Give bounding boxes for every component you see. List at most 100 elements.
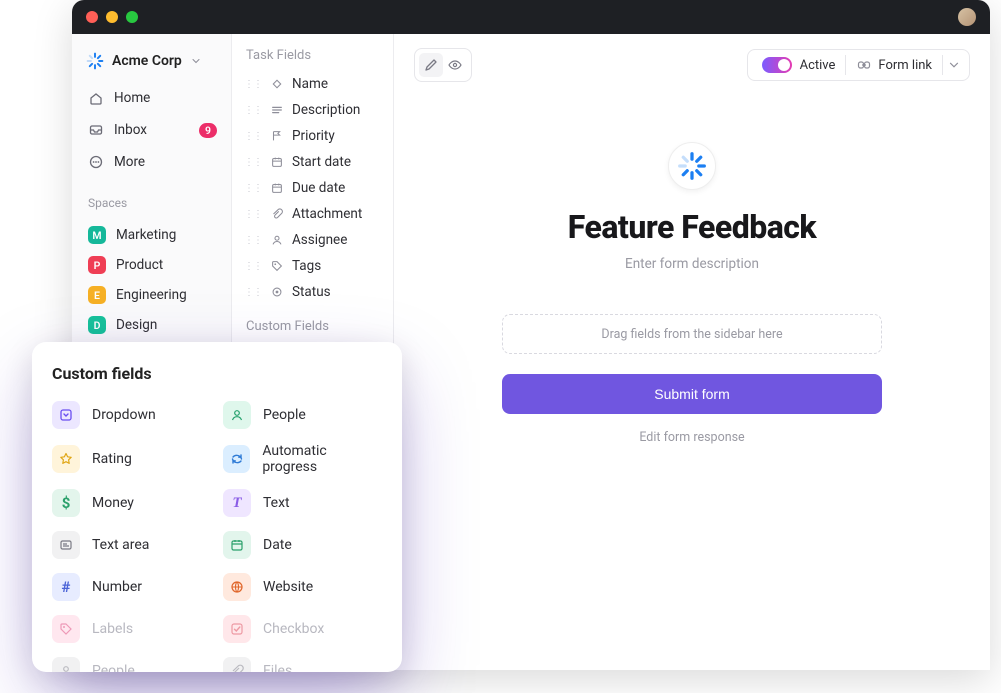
- nav-home-label: Home: [114, 90, 150, 106]
- space-label: Marketing: [116, 227, 176, 243]
- task-field-status[interactable]: ⋮⋮ Status: [236, 279, 389, 305]
- form-avatar[interactable]: [668, 142, 716, 190]
- task-fields-heading: Task Fields: [236, 48, 389, 71]
- nav-inbox-label: Inbox: [114, 122, 147, 138]
- flag-icon: [270, 129, 284, 143]
- sidebar-space-marketing[interactable]: M Marketing: [84, 220, 221, 250]
- custom-field-type-label: Labels: [92, 621, 133, 637]
- task-field-priority[interactable]: ⋮⋮ Priority: [236, 123, 389, 149]
- task-field-description[interactable]: ⋮⋮ Description: [236, 97, 389, 123]
- textarea-icon: [52, 531, 80, 559]
- field-label: Name: [292, 76, 328, 92]
- task-field-assignee[interactable]: ⋮⋮ Assignee: [236, 227, 389, 253]
- field-label: Priority: [292, 128, 335, 144]
- grip-icon: ⋮⋮: [244, 105, 262, 116]
- custom-field-type-money[interactable]: $ Money: [52, 489, 211, 517]
- edit-mode-button[interactable]: [419, 53, 443, 77]
- task-field-tags[interactable]: ⋮⋮ Tags: [236, 253, 389, 279]
- sidebar-space-engineering[interactable]: E Engineering: [84, 280, 221, 310]
- space-badge-icon: P: [88, 256, 106, 274]
- window-close-button[interactable]: [86, 11, 98, 23]
- custom-field-type-people[interactable]: People: [223, 401, 382, 429]
- form-area: Feature Feedback Enter form description …: [414, 82, 970, 656]
- custom-field-type-label: Text area: [92, 537, 149, 553]
- person-icon: [223, 401, 251, 429]
- custom-field-type-number[interactable]: # Number: [52, 573, 211, 601]
- chevron-down-icon: [190, 55, 202, 67]
- form-link-menu-button[interactable]: [943, 58, 965, 72]
- sidebar-space-product[interactable]: P Product: [84, 250, 221, 280]
- clip-icon: [270, 207, 284, 221]
- nav-more-label: More: [114, 154, 145, 170]
- custom-field-type-website[interactable]: Website: [223, 573, 382, 601]
- space-label: Design: [116, 317, 157, 333]
- custom-field-type-label: People: [92, 663, 135, 672]
- custom-field-type-people[interactable]: People: [52, 657, 211, 672]
- field-label: Status: [292, 284, 331, 300]
- loop-icon: [223, 445, 250, 473]
- tag-icon: [270, 259, 284, 273]
- field-label: Tags: [292, 258, 321, 274]
- task-field-attachment[interactable]: ⋮⋮ Attachment: [236, 201, 389, 227]
- submit-button[interactable]: Submit form: [502, 374, 882, 414]
- custom-field-type-labels[interactable]: Labels: [52, 615, 211, 643]
- edit-preview-group: [414, 48, 472, 82]
- lines-icon: [270, 103, 284, 117]
- workspace-switcher[interactable]: Acme Corp: [84, 48, 221, 80]
- active-toggle[interactable]: Active: [752, 54, 846, 76]
- nav-more[interactable]: More: [84, 148, 221, 176]
- window-zoom-button[interactable]: [126, 11, 138, 23]
- tag-icon: [52, 615, 80, 643]
- task-field-start-date[interactable]: ⋮⋮ Start date: [236, 149, 389, 175]
- custom-field-type-dropdown[interactable]: Dropdown: [52, 401, 211, 429]
- custom-fields-popup: Custom fields Dropdown People Rating Aut…: [32, 342, 402, 672]
- spaces-heading: Spaces: [84, 180, 221, 216]
- T-icon: T: [223, 489, 251, 517]
- custom-field-type-text-area[interactable]: Text area: [52, 531, 211, 559]
- grip-icon: ⋮⋮: [244, 183, 262, 194]
- nav-home[interactable]: Home: [84, 84, 221, 112]
- sidebar-space-design[interactable]: D Design: [84, 310, 221, 340]
- workspace-name: Acme Corp: [112, 53, 182, 69]
- space-badge-icon: E: [88, 286, 106, 304]
- window-minimize-button[interactable]: [106, 11, 118, 23]
- dropdown-icon: [52, 401, 80, 429]
- custom-field-type-rating[interactable]: Rating: [52, 443, 211, 475]
- inbox-icon: [88, 122, 104, 138]
- popup-title: Custom fields: [52, 364, 382, 383]
- form-description[interactable]: Enter form description: [625, 256, 759, 272]
- eye-icon: [447, 57, 463, 73]
- form-dropzone[interactable]: Drag fields from the sidebar here: [502, 314, 882, 354]
- field-label: Due date: [292, 180, 345, 196]
- custom-field-type-label: Date: [263, 537, 292, 553]
- home-icon: [88, 90, 104, 106]
- custom-field-type-automatic-progress[interactable]: Automatic progress: [223, 443, 382, 475]
- custom-field-type-checkbox[interactable]: Checkbox: [223, 615, 382, 643]
- avatar[interactable]: [958, 8, 976, 26]
- calendar-icon: [270, 181, 284, 195]
- form-title[interactable]: Feature Feedback: [568, 208, 816, 246]
- field-label: Description: [292, 102, 360, 118]
- custom-field-type-date[interactable]: Date: [223, 531, 382, 559]
- custom-field-type-label: Files: [263, 663, 292, 672]
- grip-icon: ⋮⋮: [244, 287, 262, 298]
- calendar-icon: [270, 155, 284, 169]
- form-canvas: Active Form link Feature: [394, 34, 990, 670]
- dropzone-text: Drag fields from the sidebar here: [601, 327, 782, 342]
- spinner-icon: [677, 151, 707, 181]
- custom-field-type-label: Number: [92, 579, 142, 595]
- space-label: Engineering: [116, 287, 187, 303]
- task-field-name[interactable]: ⋮⋮ Name: [236, 71, 389, 97]
- edit-form-response-link[interactable]: Edit form response: [639, 430, 744, 445]
- custom-field-type-label: Dropdown: [92, 407, 156, 423]
- custom-field-type-label: Text: [263, 495, 290, 511]
- form-link-button[interactable]: Form link: [846, 54, 942, 76]
- right-toolbar: Active Form link: [747, 49, 970, 81]
- custom-field-type-files[interactable]: Files: [223, 657, 382, 672]
- preview-mode-button[interactable]: [443, 53, 467, 77]
- task-field-due-date[interactable]: ⋮⋮ Due date: [236, 175, 389, 201]
- pencil-icon: [423, 57, 439, 73]
- nav-inbox[interactable]: Inbox 9: [84, 116, 221, 144]
- custom-field-type-text[interactable]: T Text: [223, 489, 382, 517]
- clip-icon: [223, 657, 251, 672]
